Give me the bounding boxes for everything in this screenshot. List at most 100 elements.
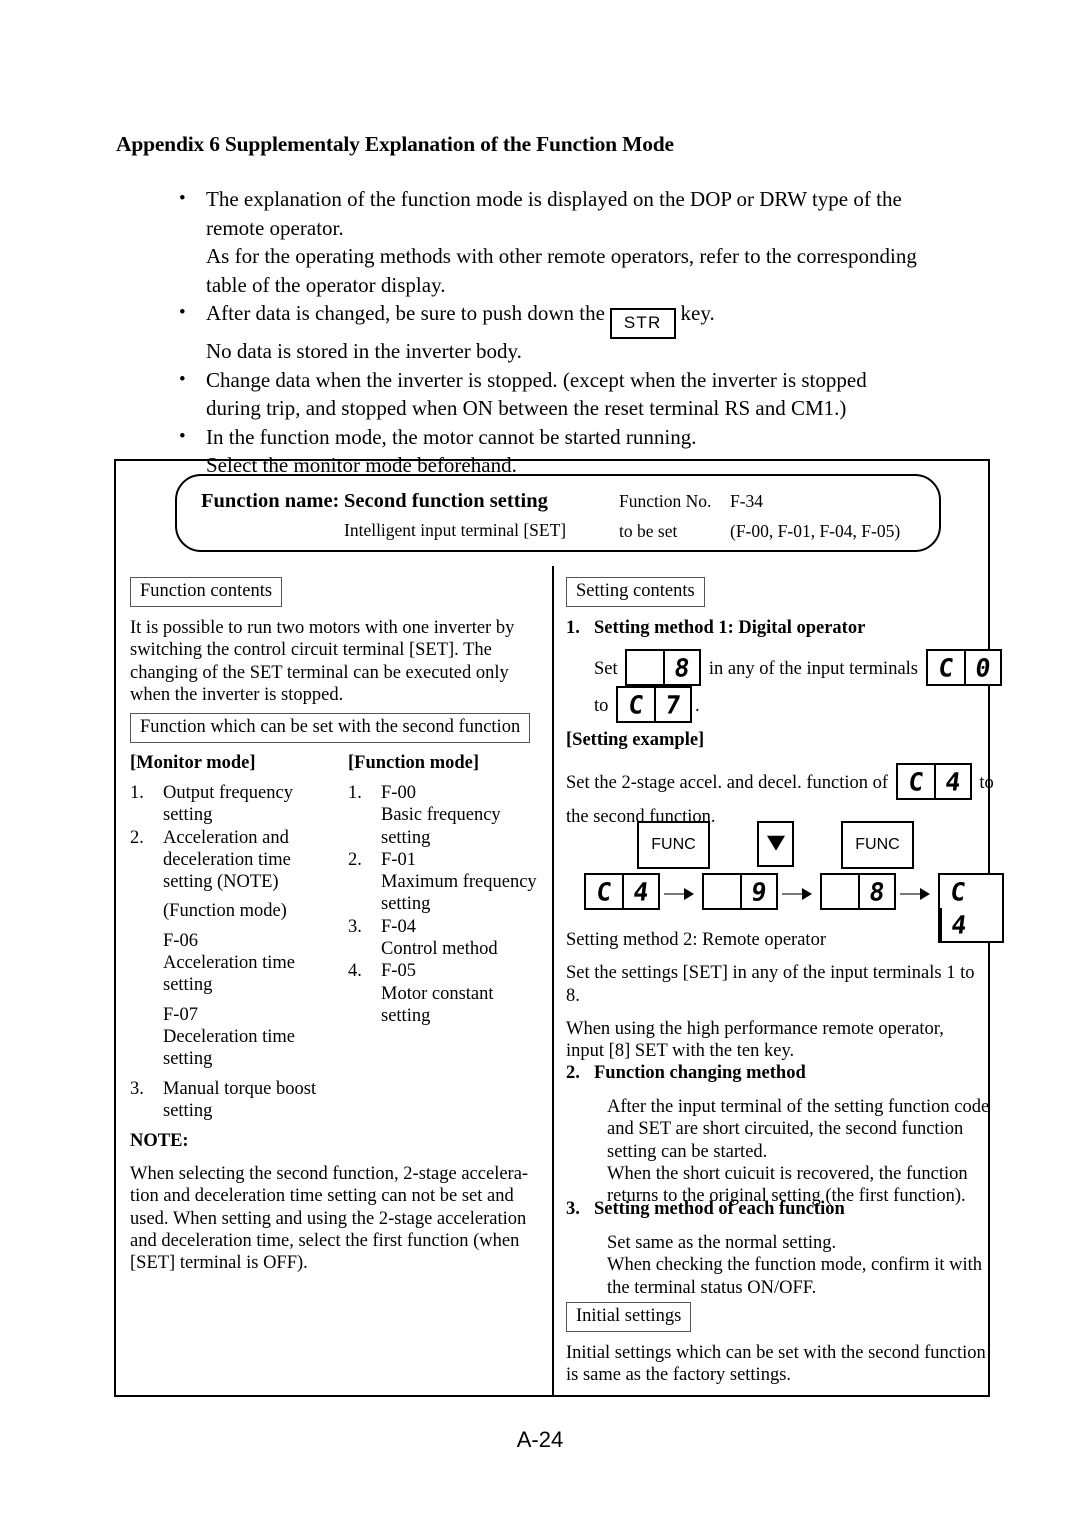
text-line: deceleration time bbox=[163, 849, 291, 870]
text-line: is same as the factory settings. bbox=[566, 1365, 792, 1386]
display-sequence: C4 9 8 C4 bbox=[584, 869, 1004, 943]
bullet-line-tail: key. bbox=[680, 301, 715, 325]
text-line: Maximum frequency bbox=[381, 872, 537, 893]
text-line: and SET are short circuited, the second … bbox=[607, 1119, 964, 1140]
chevron-down-icon bbox=[766, 835, 785, 851]
text-line: Set the settings [SET] in any of the inp… bbox=[566, 963, 975, 984]
setting-method-2: Setting method 2: Remote operator Set th… bbox=[566, 929, 998, 1062]
list-item: • After data is changed, be sure to push… bbox=[175, 299, 975, 366]
flow-arrow-icon bbox=[900, 888, 930, 900]
initial-settings-text: Initial settings which can be set with t… bbox=[566, 1342, 998, 1387]
second-function-caption: Function which can be set with the secon… bbox=[130, 713, 531, 743]
note-heading: NOTE: bbox=[130, 1131, 189, 1151]
intro-bullet-list: • The explanation of the function mode i… bbox=[175, 185, 975, 480]
function-name-subtitle: Intelligent input terminal [SET] bbox=[344, 520, 567, 540]
segment-glyph: 8 bbox=[672, 653, 692, 682]
list-item: 3. Manual torque boost setting bbox=[130, 1078, 348, 1123]
text-line: when the inverter is stopped. bbox=[130, 684, 344, 705]
bullet-line: In the function mode, the motor cannot b… bbox=[206, 424, 697, 449]
list-item: 3. F-04 Control method bbox=[348, 916, 542, 961]
text-line: setting bbox=[381, 894, 431, 915]
bullet-line: Change data when the inverter is stopped… bbox=[206, 367, 867, 392]
text-line: F-04 bbox=[381, 916, 416, 937]
text-line: setting bbox=[163, 1100, 213, 1121]
function-contents-text: It is possible to run two motors with on… bbox=[130, 617, 542, 706]
list-item: • The explanation of the function mode i… bbox=[175, 185, 975, 299]
setting-contents-caption-wrap: Setting contents bbox=[566, 577, 705, 607]
text-line: When the short cuicuit is recovered, the… bbox=[607, 1163, 968, 1184]
method-change-heading-row: 2. Function changing method bbox=[566, 1063, 998, 1084]
text-line: setting bbox=[163, 975, 213, 996]
segment-cell: 7 bbox=[654, 688, 690, 721]
text-line: When checking the function mode, confirm… bbox=[607, 1255, 983, 1276]
method1-heading: Setting method 1: Digital operator bbox=[594, 618, 866, 638]
bullet-line: The explanation of the function mode is … bbox=[206, 187, 902, 211]
to-word: to bbox=[594, 695, 609, 716]
down-arrow-key-button[interactable] bbox=[757, 821, 794, 867]
text-line: Initial settings which can be set with t… bbox=[566, 1343, 986, 1363]
function-number-label: Function No. bbox=[619, 491, 712, 511]
bullet-icon: • bbox=[179, 368, 186, 390]
text-line: Basic frequency bbox=[381, 805, 501, 826]
text-line: Output frequency bbox=[163, 783, 293, 803]
method-change-heading: Function changing method bbox=[594, 1063, 806, 1083]
monitor-mode-column: [Monitor mode] 1. Output frequency setti… bbox=[130, 753, 348, 1122]
str-key-button[interactable]: STR bbox=[609, 308, 676, 339]
list-item: 1. Output frequency setting bbox=[130, 782, 348, 827]
seven-segment-display: C4 bbox=[895, 763, 972, 800]
setting-method-1: 1. Setting method 1: Digital operator Se… bbox=[566, 618, 1002, 725]
segment-glyph: 9 bbox=[749, 877, 769, 906]
bullet-line: table of the operator display. bbox=[206, 272, 446, 297]
text-line: and deceleration time, select the first … bbox=[130, 1230, 520, 1251]
bullet-line: As for the operating methods with other … bbox=[206, 244, 917, 268]
segment-glyph: 8 bbox=[867, 877, 887, 906]
item-number: 1. bbox=[130, 783, 144, 803]
seven-segment-display: 8 bbox=[820, 873, 896, 910]
item-number: 3. bbox=[348, 916, 362, 937]
segment-cell: 8 bbox=[663, 651, 699, 684]
function-name-label: Function name: bbox=[201, 490, 340, 512]
setting-contents-caption: Setting contents bbox=[566, 577, 705, 607]
text-line: Deceleration time bbox=[163, 1026, 296, 1047]
item-number: 1. bbox=[566, 618, 580, 638]
text-line: [SET] terminal is OFF). bbox=[130, 1253, 308, 1274]
text-line: switching the control circuit terminal [… bbox=[130, 640, 492, 661]
item-number: 3. bbox=[566, 1199, 580, 1219]
func-key-button[interactable]: FUNC bbox=[841, 821, 914, 869]
function-number-value: F-34 bbox=[730, 491, 764, 511]
segment-cell: 4 bbox=[622, 875, 658, 908]
text-line: setting can be started. bbox=[607, 1141, 768, 1162]
text-line: It is possible to run two motors with on… bbox=[130, 618, 515, 638]
page-number: A-24 bbox=[516, 1427, 564, 1452]
method2-heading: Setting method 2: Remote operator bbox=[566, 930, 826, 950]
function-mode-column: [Function mode] 1. F-00 Basic frequency … bbox=[348, 753, 542, 1027]
text-line: setting bbox=[381, 827, 431, 848]
setting-example-heading: [Setting example] bbox=[566, 730, 705, 750]
segment-cell: 8 bbox=[858, 875, 894, 908]
method1-line-2: to C7 . bbox=[566, 686, 986, 725]
segment-glyph: C bbox=[936, 653, 955, 682]
method-change-text: After the input terminal of the setting … bbox=[566, 1096, 998, 1207]
list-item: F-06 Acceleration time setting bbox=[130, 930, 348, 997]
item-number: 2. bbox=[130, 827, 144, 848]
func-key-button[interactable]: FUNC bbox=[637, 821, 710, 869]
text-line: F-00 bbox=[381, 783, 416, 803]
item-number: 4. bbox=[348, 961, 362, 982]
method1-heading-row: 1. Setting method 1: Digital operator bbox=[566, 618, 986, 639]
list-item: 1. F-00 Basic frequency setting bbox=[348, 782, 542, 849]
text-line: F-01 bbox=[381, 849, 416, 870]
seven-segment-display: C4 bbox=[584, 873, 660, 910]
item-number: 3. bbox=[130, 1078, 144, 1099]
text-line: When selecting the second function, 2-st… bbox=[130, 1164, 529, 1184]
text-line: Acceleration and bbox=[163, 827, 289, 848]
bullet-line: After data is changed, be sure to push d… bbox=[206, 301, 605, 325]
item-number: 2. bbox=[348, 849, 362, 870]
bullet-line: during trip, and stopped when ON between… bbox=[206, 396, 847, 420]
bullet-icon: • bbox=[179, 302, 186, 323]
text-line: After the input terminal of the setting … bbox=[607, 1097, 990, 1117]
method-each-heading-row: 3. Setting method of each function bbox=[566, 1199, 998, 1220]
segment-cell bbox=[704, 875, 740, 908]
list-item: 4. F-05 Motor constant setting bbox=[348, 960, 542, 1027]
method1-mid-text: in any of the input terminals bbox=[708, 658, 919, 679]
function-name-header: Function name: Second function setting I… bbox=[175, 474, 941, 552]
